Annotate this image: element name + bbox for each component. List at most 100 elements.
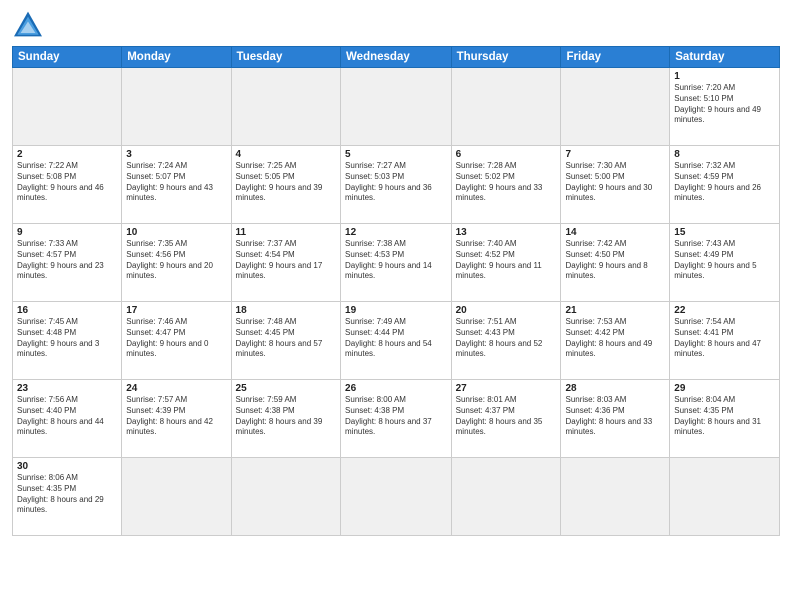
calendar-cell-1-4 (341, 68, 452, 146)
day-number: 8 (674, 149, 775, 160)
calendar-cell-2-7: 8Sunrise: 7:32 AM Sunset: 4:59 PM Daylig… (670, 146, 780, 224)
day-number: 16 (17, 305, 117, 316)
calendar-cell-3-1: 9Sunrise: 7:33 AM Sunset: 4:57 PM Daylig… (13, 224, 122, 302)
calendar-cell-6-6 (561, 458, 670, 536)
day-info: Sunrise: 7:42 AM Sunset: 4:50 PM Dayligh… (565, 239, 665, 282)
calendar-cell-6-4 (341, 458, 452, 536)
day-info: Sunrise: 7:53 AM Sunset: 4:42 PM Dayligh… (565, 317, 665, 360)
day-number: 18 (236, 305, 336, 316)
day-info: Sunrise: 8:01 AM Sunset: 4:37 PM Dayligh… (456, 395, 557, 438)
calendar-cell-5-6: 28Sunrise: 8:03 AM Sunset: 4:36 PM Dayli… (561, 380, 670, 458)
day-number: 3 (126, 149, 226, 160)
weekday-header-friday: Friday (561, 47, 670, 68)
day-number: 17 (126, 305, 226, 316)
calendar-cell-3-4: 12Sunrise: 7:38 AM Sunset: 4:53 PM Dayli… (341, 224, 452, 302)
calendar-cell-6-2 (122, 458, 231, 536)
calendar-cell-6-5 (451, 458, 561, 536)
day-number: 21 (565, 305, 665, 316)
calendar-cell-6-7 (670, 458, 780, 536)
day-info: Sunrise: 7:28 AM Sunset: 5:02 PM Dayligh… (456, 161, 557, 204)
logo (12, 10, 48, 38)
day-number: 23 (17, 383, 117, 394)
header (12, 10, 780, 38)
page: SundayMondayTuesdayWednesdayThursdayFrid… (0, 0, 792, 612)
calendar-cell-2-6: 7Sunrise: 7:30 AM Sunset: 5:00 PM Daylig… (561, 146, 670, 224)
day-info: Sunrise: 7:27 AM Sunset: 5:03 PM Dayligh… (345, 161, 447, 204)
day-info: Sunrise: 7:43 AM Sunset: 4:49 PM Dayligh… (674, 239, 775, 282)
day-info: Sunrise: 7:32 AM Sunset: 4:59 PM Dayligh… (674, 161, 775, 204)
day-info: Sunrise: 8:04 AM Sunset: 4:35 PM Dayligh… (674, 395, 775, 438)
day-info: Sunrise: 7:45 AM Sunset: 4:48 PM Dayligh… (17, 317, 117, 360)
day-number: 13 (456, 227, 557, 238)
calendar-cell-1-6 (561, 68, 670, 146)
calendar-cell-1-1 (13, 68, 122, 146)
logo-icon (12, 10, 44, 38)
week-row-3: 9Sunrise: 7:33 AM Sunset: 4:57 PM Daylig… (13, 224, 780, 302)
day-info: Sunrise: 7:25 AM Sunset: 5:05 PM Dayligh… (236, 161, 336, 204)
day-info: Sunrise: 7:24 AM Sunset: 5:07 PM Dayligh… (126, 161, 226, 204)
calendar-cell-5-1: 23Sunrise: 7:56 AM Sunset: 4:40 PM Dayli… (13, 380, 122, 458)
day-info: Sunrise: 7:30 AM Sunset: 5:00 PM Dayligh… (565, 161, 665, 204)
day-info: Sunrise: 7:56 AM Sunset: 4:40 PM Dayligh… (17, 395, 117, 438)
calendar-cell-5-2: 24Sunrise: 7:57 AM Sunset: 4:39 PM Dayli… (122, 380, 231, 458)
calendar-cell-1-5 (451, 68, 561, 146)
weekday-header-saturday: Saturday (670, 47, 780, 68)
day-number: 5 (345, 149, 447, 160)
calendar-cell-2-1: 2Sunrise: 7:22 AM Sunset: 5:08 PM Daylig… (13, 146, 122, 224)
day-number: 2 (17, 149, 117, 160)
day-number: 29 (674, 383, 775, 394)
weekday-header-wednesday: Wednesday (341, 47, 452, 68)
day-number: 27 (456, 383, 557, 394)
week-row-1: 1Sunrise: 7:20 AM Sunset: 5:10 PM Daylig… (13, 68, 780, 146)
day-info: Sunrise: 8:00 AM Sunset: 4:38 PM Dayligh… (345, 395, 447, 438)
calendar-cell-3-3: 11Sunrise: 7:37 AM Sunset: 4:54 PM Dayli… (231, 224, 340, 302)
day-info: Sunrise: 7:20 AM Sunset: 5:10 PM Dayligh… (674, 83, 775, 126)
calendar-cell-2-5: 6Sunrise: 7:28 AM Sunset: 5:02 PM Daylig… (451, 146, 561, 224)
week-row-5: 23Sunrise: 7:56 AM Sunset: 4:40 PM Dayli… (13, 380, 780, 458)
weekday-header-tuesday: Tuesday (231, 47, 340, 68)
calendar: SundayMondayTuesdayWednesdayThursdayFrid… (12, 46, 780, 536)
calendar-cell-5-4: 26Sunrise: 8:00 AM Sunset: 4:38 PM Dayli… (341, 380, 452, 458)
day-number: 25 (236, 383, 336, 394)
day-number: 7 (565, 149, 665, 160)
day-info: Sunrise: 7:54 AM Sunset: 4:41 PM Dayligh… (674, 317, 775, 360)
day-number: 1 (674, 71, 775, 82)
calendar-cell-4-6: 21Sunrise: 7:53 AM Sunset: 4:42 PM Dayli… (561, 302, 670, 380)
day-info: Sunrise: 7:49 AM Sunset: 4:44 PM Dayligh… (345, 317, 447, 360)
day-number: 14 (565, 227, 665, 238)
day-info: Sunrise: 7:35 AM Sunset: 4:56 PM Dayligh… (126, 239, 226, 282)
day-number: 4 (236, 149, 336, 160)
day-info: Sunrise: 8:03 AM Sunset: 4:36 PM Dayligh… (565, 395, 665, 438)
day-number: 26 (345, 383, 447, 394)
calendar-cell-5-5: 27Sunrise: 8:01 AM Sunset: 4:37 PM Dayli… (451, 380, 561, 458)
calendar-cell-3-7: 15Sunrise: 7:43 AM Sunset: 4:49 PM Dayli… (670, 224, 780, 302)
day-info: Sunrise: 7:46 AM Sunset: 4:47 PM Dayligh… (126, 317, 226, 360)
day-number: 30 (17, 461, 117, 472)
day-info: Sunrise: 7:57 AM Sunset: 4:39 PM Dayligh… (126, 395, 226, 438)
weekday-header-thursday: Thursday (451, 47, 561, 68)
day-number: 22 (674, 305, 775, 316)
day-info: Sunrise: 7:40 AM Sunset: 4:52 PM Dayligh… (456, 239, 557, 282)
day-number: 19 (345, 305, 447, 316)
day-info: Sunrise: 7:59 AM Sunset: 4:38 PM Dayligh… (236, 395, 336, 438)
day-number: 20 (456, 305, 557, 316)
calendar-cell-6-1: 30Sunrise: 8:06 AM Sunset: 4:35 PM Dayli… (13, 458, 122, 536)
day-number: 28 (565, 383, 665, 394)
day-number: 15 (674, 227, 775, 238)
calendar-cell-4-5: 20Sunrise: 7:51 AM Sunset: 4:43 PM Dayli… (451, 302, 561, 380)
day-info: Sunrise: 7:22 AM Sunset: 5:08 PM Dayligh… (17, 161, 117, 204)
calendar-cell-3-5: 13Sunrise: 7:40 AM Sunset: 4:52 PM Dayli… (451, 224, 561, 302)
calendar-cell-4-4: 19Sunrise: 7:49 AM Sunset: 4:44 PM Dayli… (341, 302, 452, 380)
week-row-2: 2Sunrise: 7:22 AM Sunset: 5:08 PM Daylig… (13, 146, 780, 224)
calendar-cell-4-7: 22Sunrise: 7:54 AM Sunset: 4:41 PM Dayli… (670, 302, 780, 380)
calendar-cell-5-7: 29Sunrise: 8:04 AM Sunset: 4:35 PM Dayli… (670, 380, 780, 458)
day-number: 10 (126, 227, 226, 238)
week-row-6: 30Sunrise: 8:06 AM Sunset: 4:35 PM Dayli… (13, 458, 780, 536)
calendar-cell-4-2: 17Sunrise: 7:46 AM Sunset: 4:47 PM Dayli… (122, 302, 231, 380)
day-info: Sunrise: 7:38 AM Sunset: 4:53 PM Dayligh… (345, 239, 447, 282)
day-number: 11 (236, 227, 336, 238)
day-number: 24 (126, 383, 226, 394)
calendar-cell-1-3 (231, 68, 340, 146)
weekday-header-sunday: Sunday (13, 47, 122, 68)
calendar-cell-4-1: 16Sunrise: 7:45 AM Sunset: 4:48 PM Dayli… (13, 302, 122, 380)
